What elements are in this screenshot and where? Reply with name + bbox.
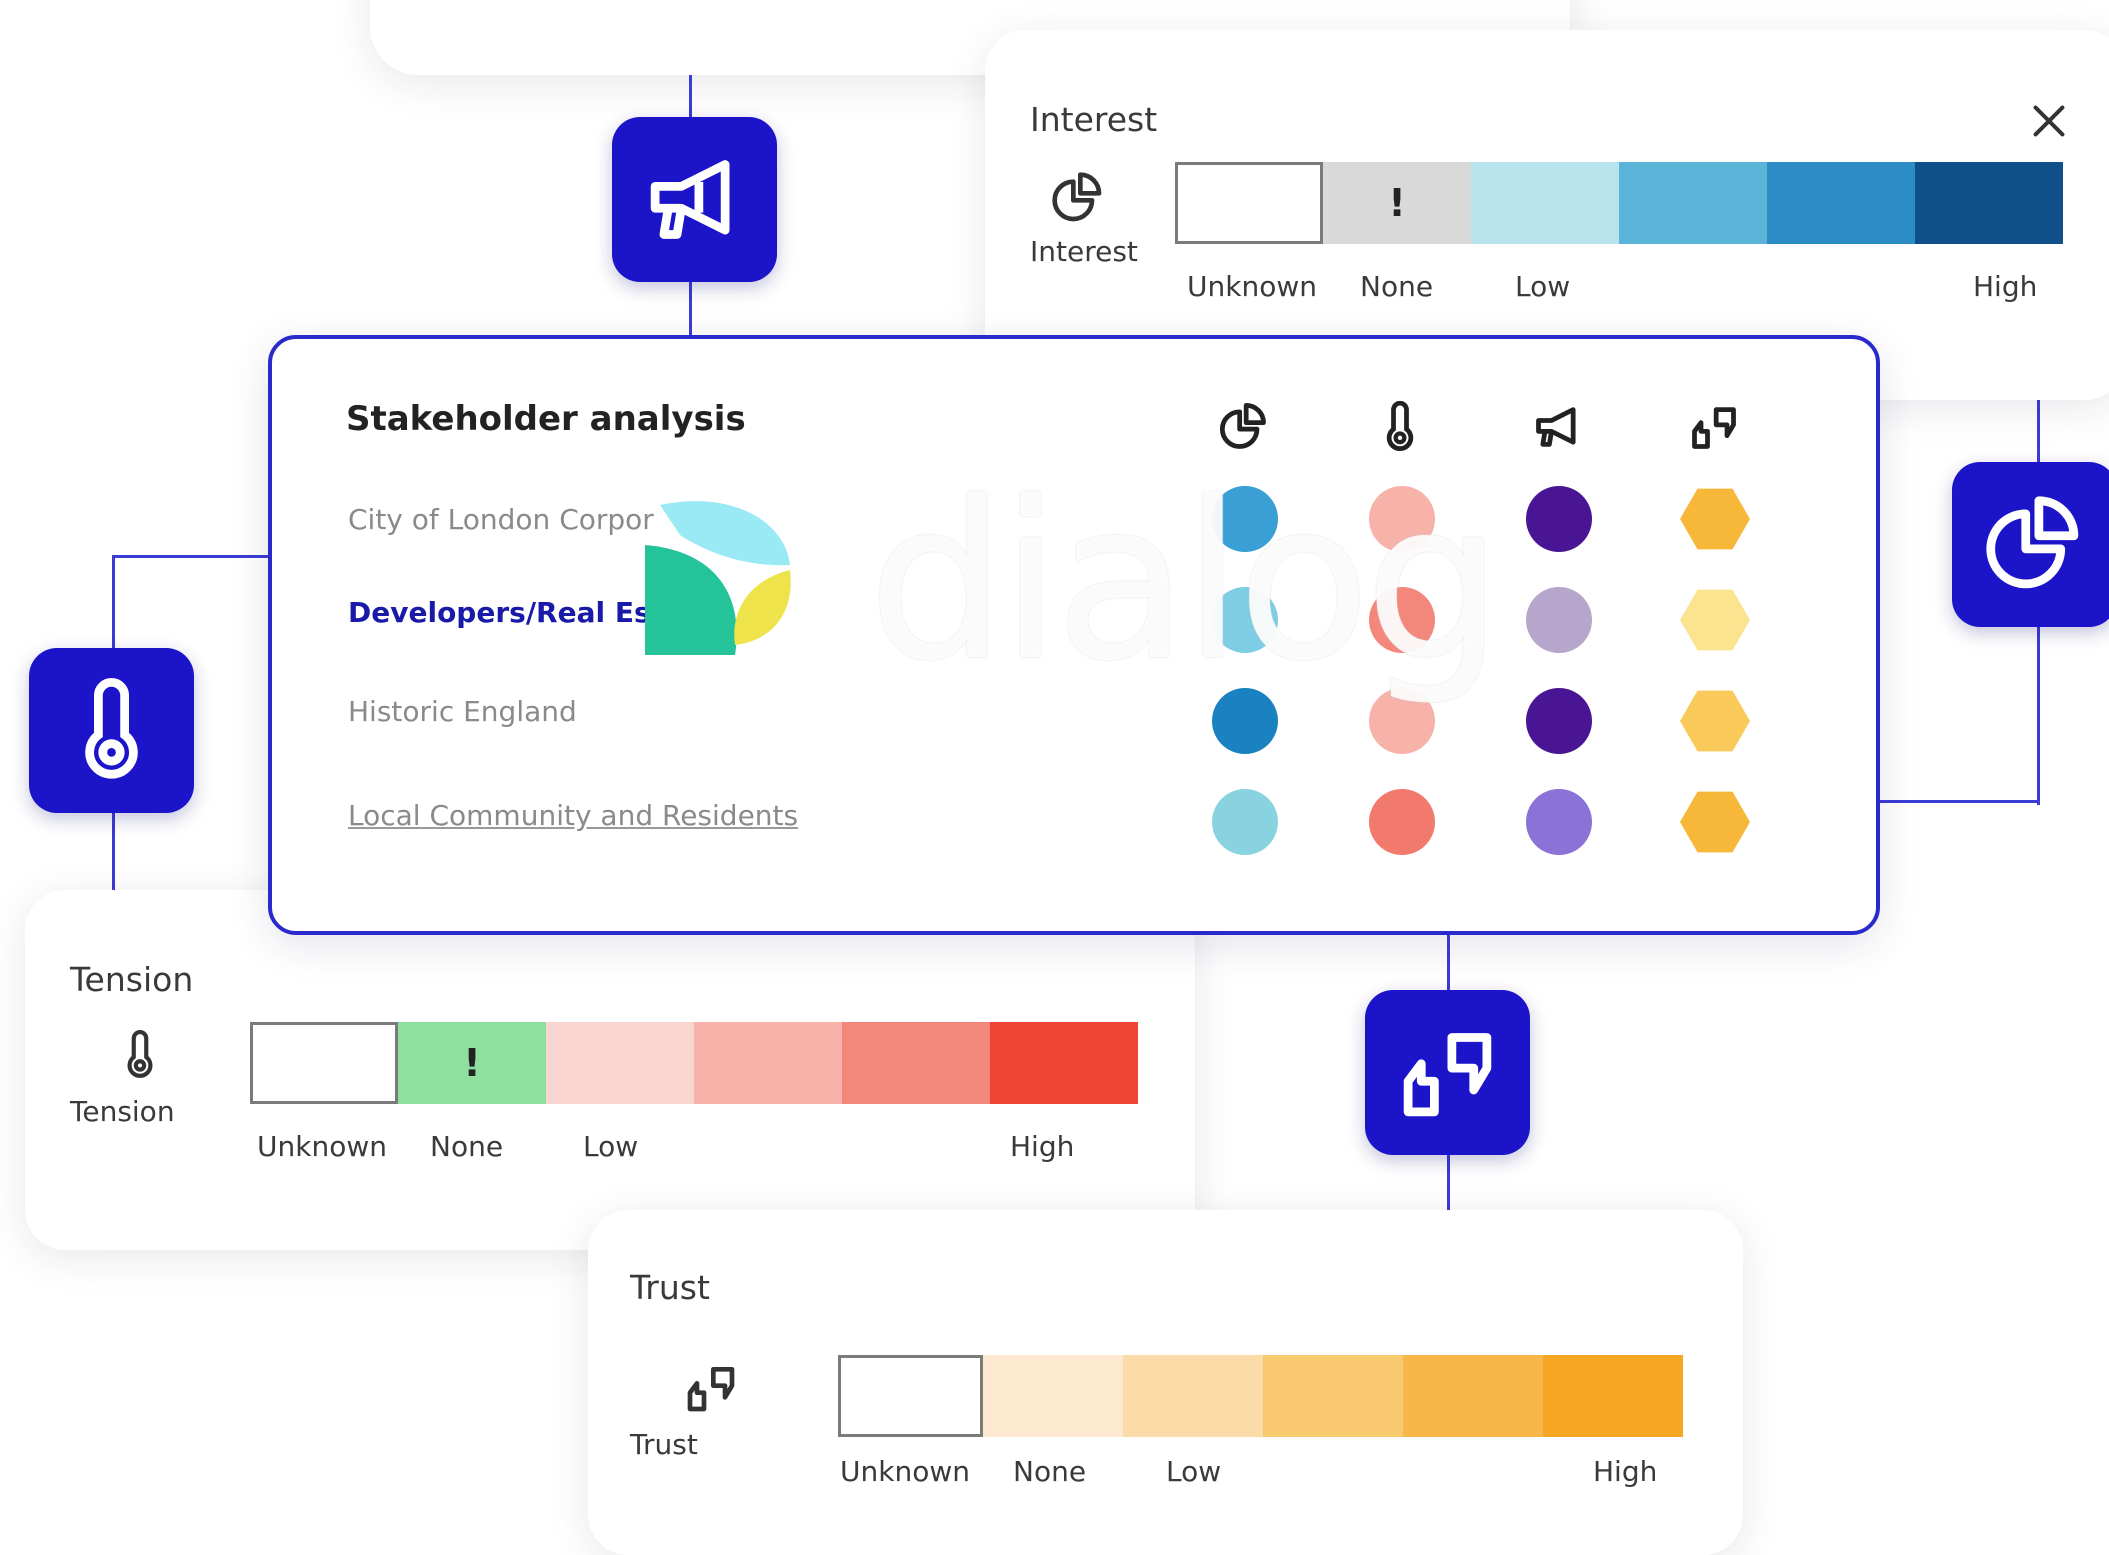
scale-label-unknown: Unknown [257,1130,387,1163]
influence-rating-dot[interactable] [1526,688,1592,754]
tension-panel: Tension Tension ! Unknown None Low High [25,890,1195,1250]
scale-none-swatch[interactable] [983,1355,1123,1437]
warning-mark: ! [463,1041,481,1085]
scale-level-4-swatch[interactable] [1915,162,2063,244]
trust-panel: Trust Trust Unknown None Low High [588,1210,1743,1555]
stakeholder-analysis-title: Stakeholder analysis [346,399,746,439]
scale-label-none: None [1013,1455,1087,1488]
tension-tile[interactable] [29,648,194,813]
thumbs-quote-icon[interactable] [1688,401,1740,453]
scale-none-swatch[interactable]: ! [1323,162,1471,244]
stakeholder-analysis-card: Stakeholder analysis City of London Corp… [268,335,1880,935]
scale-level-2-swatch[interactable] [694,1022,842,1104]
stakeholder-row-label[interactable]: Local Community and Residents [348,799,798,832]
scale-none-swatch[interactable]: ! [398,1022,546,1104]
close-icon[interactable] [2028,100,2068,140]
tension-rating-dot[interactable] [1369,486,1435,552]
pie-chart-icon [1986,496,2079,589]
interest-tile[interactable] [1952,462,2109,627]
trust-panel-title: Trust [630,1268,710,1307]
scale-label-low: Low [1515,270,1571,303]
trust-rating-dot[interactable] [1680,791,1750,853]
thermometer-icon[interactable] [1374,401,1426,453]
thumbs-quote-icon [687,1367,735,1412]
trust-tile[interactable] [1365,990,1530,1155]
influence-tile[interactable] [612,117,777,282]
interest-scale: ! [1175,162,2063,244]
stakeholder-row-label[interactable]: Historic England [348,695,577,728]
scale-label-none: None [430,1130,504,1163]
pie-chart-icon [1052,172,1102,222]
interest-side-label: Interest [1030,235,1138,268]
scale-label-high: High [1593,1455,1658,1488]
trust-rating-dot[interactable] [1680,488,1750,550]
interest-rating-dot[interactable] [1212,486,1278,552]
tension-rating-dot[interactable] [1369,789,1435,855]
influence-rating-dot[interactable] [1526,486,1592,552]
megaphone-icon [650,160,730,239]
scale-level-1-swatch[interactable] [1471,162,1619,244]
scale-level-4-swatch[interactable] [1543,1355,1683,1437]
pie-chart-icon[interactable] [1218,401,1270,453]
interest-rating-dot[interactable] [1212,587,1278,653]
warning-mark: ! [1388,181,1406,225]
thermometer-icon [127,1030,153,1078]
trust-rating-dot[interactable] [1680,690,1750,752]
scale-label-unknown: Unknown [1187,270,1317,303]
scale-level-2-swatch[interactable] [1619,162,1767,244]
tension-scale: ! [250,1022,1138,1104]
stakeholder-row-label-selected[interactable]: Developers/Real Esta [348,596,683,629]
scale-label-low: Low [583,1130,639,1163]
scale-level-1-swatch[interactable] [546,1022,694,1104]
tension-rating-dot[interactable] [1369,688,1435,754]
thermometer-icon [85,678,138,779]
tension-side-label: Tension [70,1095,175,1128]
influence-rating-dot[interactable] [1526,789,1592,855]
trust-side-label: Trust [630,1428,698,1461]
scale-level-4-swatch[interactable] [990,1022,1138,1104]
thumbs-quote-icon [1403,1033,1492,1117]
connector-line [1880,800,2040,803]
megaphone-icon[interactable] [1532,401,1584,453]
scale-unknown-swatch[interactable] [250,1022,398,1104]
trust-scale [838,1355,1683,1437]
scale-label-high: High [1973,270,2038,303]
influence-rating-dot[interactable] [1526,587,1592,653]
scale-unknown-swatch[interactable] [1175,162,1323,244]
scale-label-none: None [1360,270,1434,303]
connector-line [112,555,270,558]
scale-label-low: Low [1166,1455,1222,1488]
scale-level-3-swatch[interactable] [1767,162,1915,244]
scale-level-3-swatch[interactable] [842,1022,990,1104]
tension-rating-dot[interactable] [1369,587,1435,653]
scale-level-2-swatch[interactable] [1263,1355,1403,1437]
interest-rating-dot[interactable] [1212,688,1278,754]
scale-level-3-swatch[interactable] [1403,1355,1543,1437]
trust-rating-dot[interactable] [1680,589,1750,651]
interest-rating-dot[interactable] [1212,789,1278,855]
scale-label-high: High [1010,1130,1075,1163]
scale-unknown-swatch[interactable] [838,1355,983,1437]
stakeholder-row-label[interactable]: City of London Corpor [348,503,654,536]
tension-panel-title: Tension [70,960,194,999]
scale-level-1-swatch[interactable] [1123,1355,1263,1437]
scale-label-unknown: Unknown [840,1455,970,1488]
interest-panel-title: Interest [1030,100,1158,139]
